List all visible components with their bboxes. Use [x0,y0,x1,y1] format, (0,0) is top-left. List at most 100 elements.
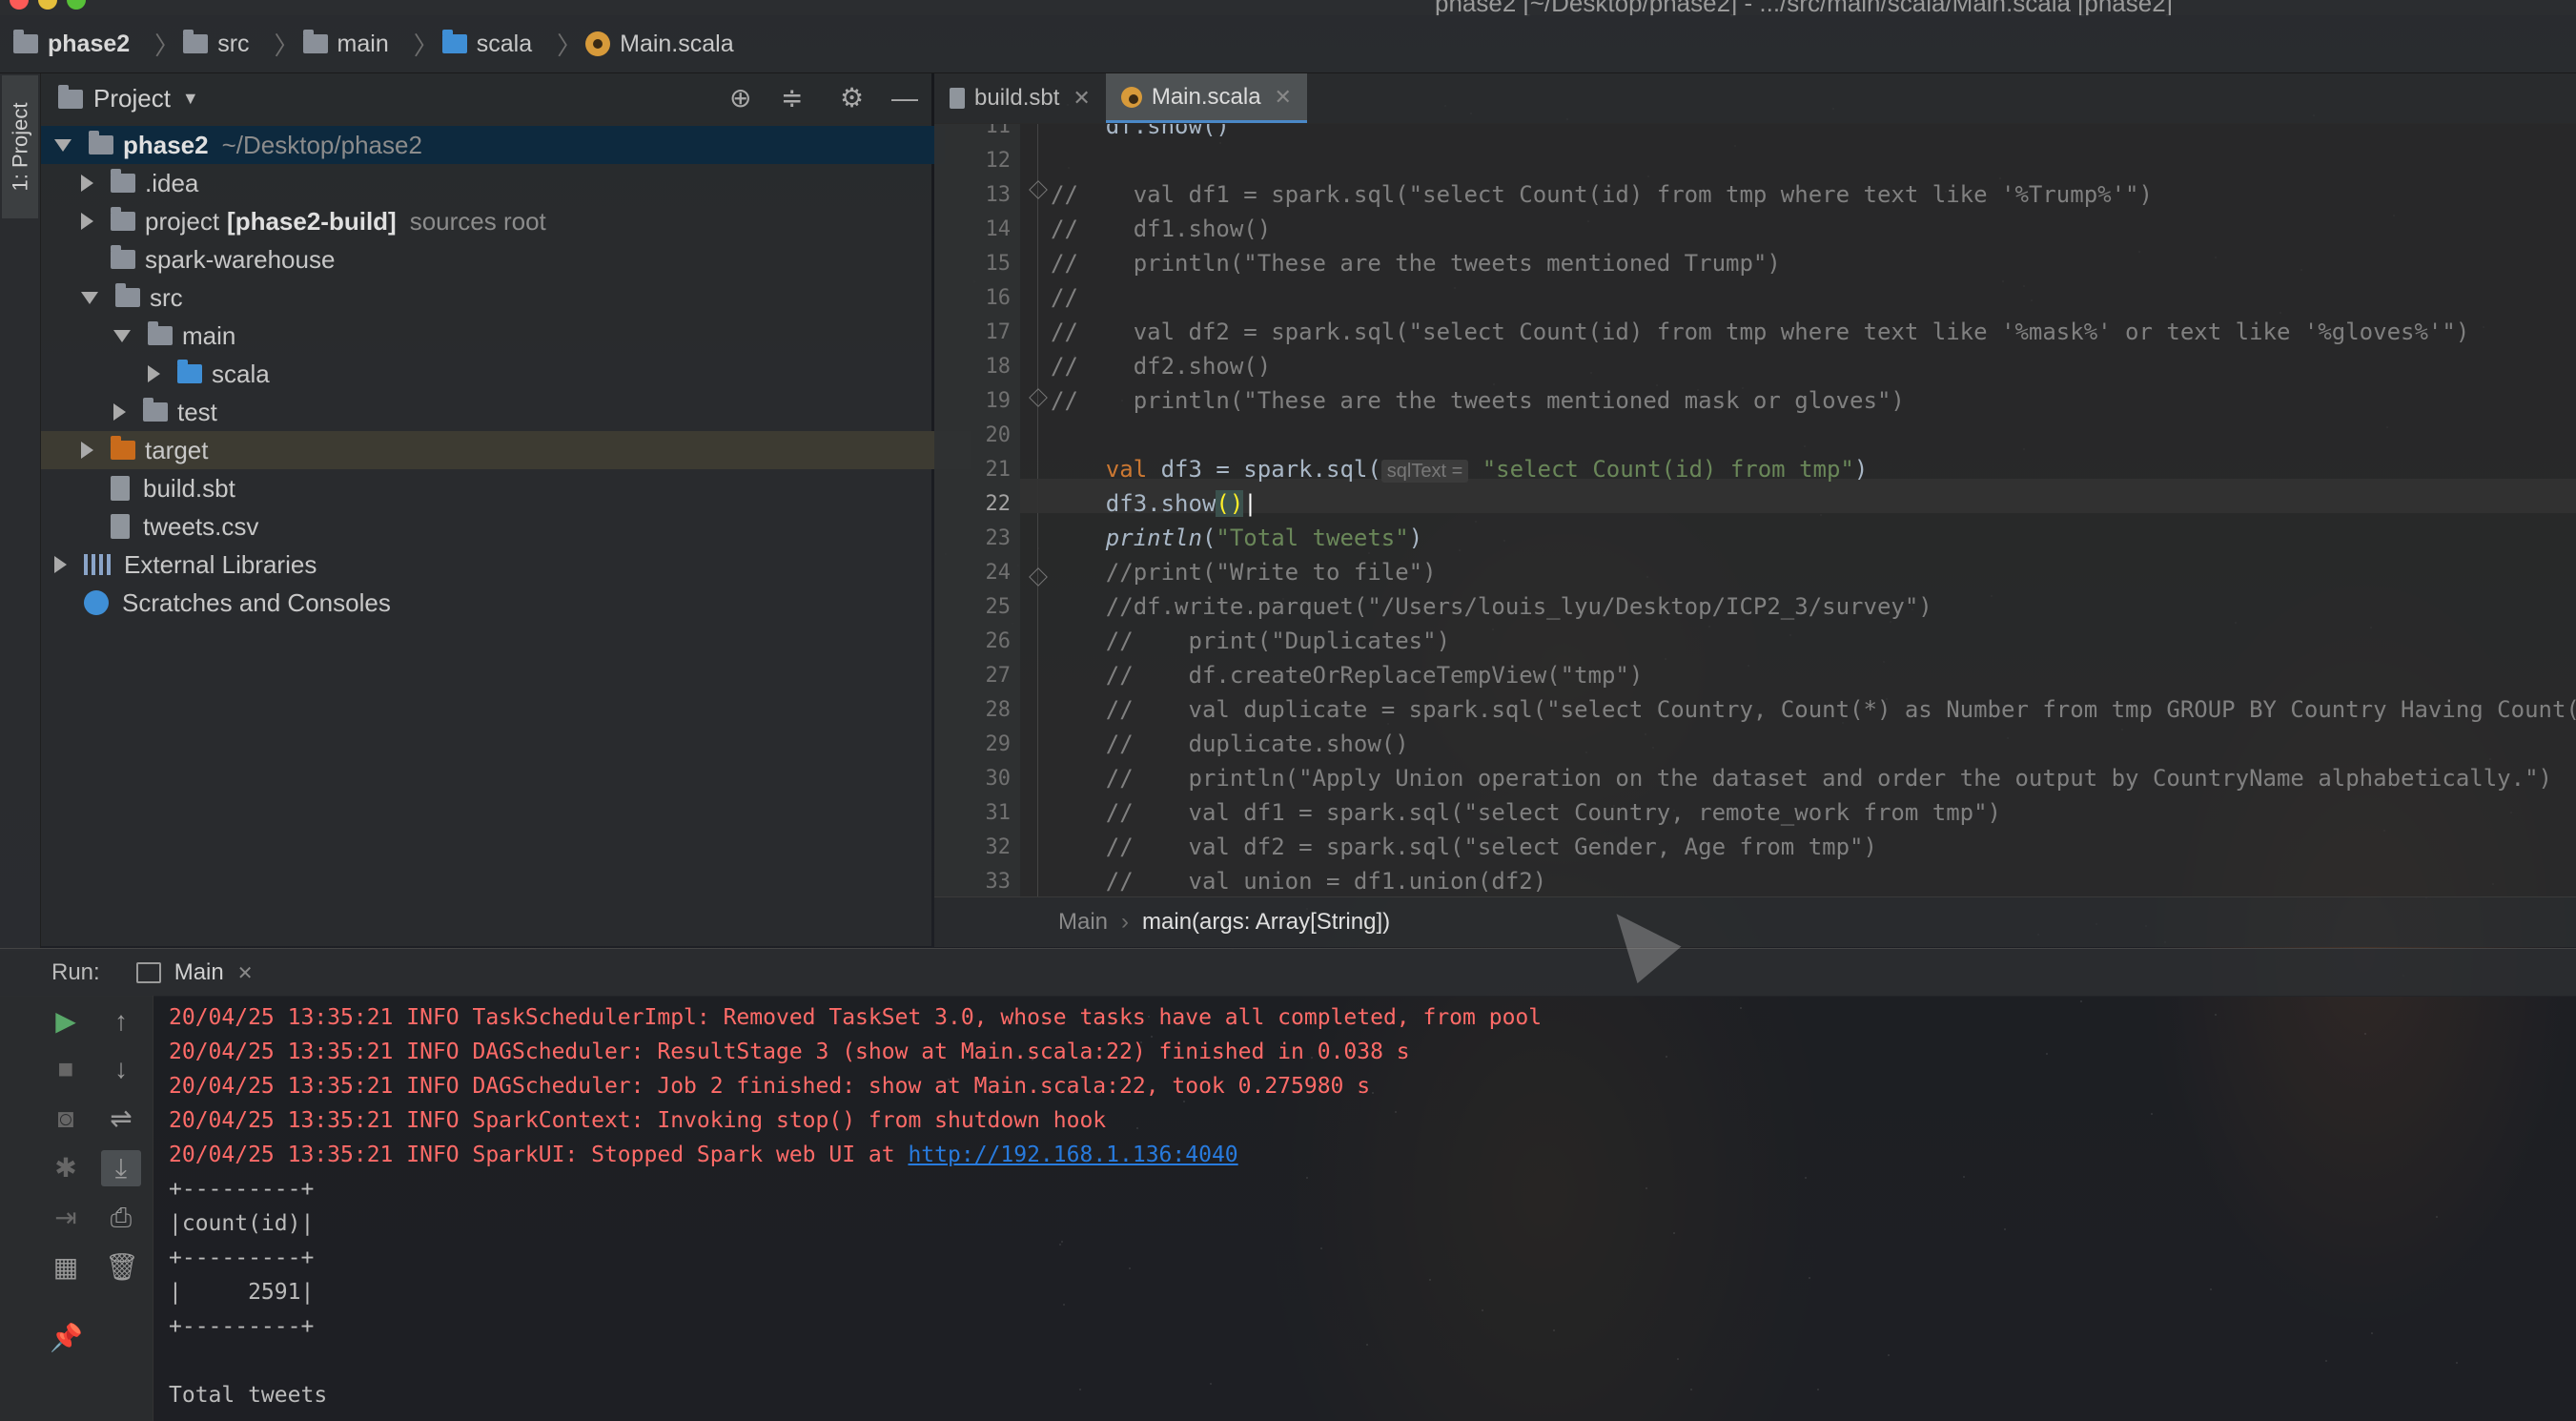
trash-icon[interactable]: 🗑 [105,1253,139,1282]
line-number: 30 [985,767,1012,791]
editor-tabs: build.sbt ✕ Main.scala ✕ [934,73,2576,124]
line-number: 22 [985,492,1012,516]
minimize-window-button[interactable] [38,0,57,10]
project-view-icon [58,85,83,109]
breadcrumb-project[interactable]: phase2 [13,30,130,58]
breadcrumb: phase2 〉 src 〉 main 〉 scala 〉 Main.scala [0,15,2576,73]
chevron-right-icon: 〉 [557,31,583,60]
run-tab-main[interactable]: Main [174,959,224,986]
scroll-down-icon[interactable]: ↓ [105,1055,137,1083]
tree-item-test[interactable]: test [41,393,1004,431]
tree-item-scratches[interactable]: Scratches and Consoles [41,584,945,622]
folder-icon [115,283,140,307]
code-line-23: println("Total tweets") [1105,525,1423,551]
console-line: 20/04/25 13:35:21 INFO SparkUI: Stopped … [169,1143,1238,1167]
folder-icon [302,30,328,53]
close-tab-icon[interactable]: ✕ [237,961,254,985]
dropdown-arrow-icon[interactable]: ▼ [182,89,199,109]
fold-marker-icon[interactable] [1029,388,1048,407]
chevron-right-icon: 〉 [274,31,299,60]
tree-item-target[interactable]: target [41,431,971,469]
code-line-26: // print("Duplicates") [1051,628,1451,654]
chevron-right-icon: 〉 [154,31,180,60]
locate-file-icon[interactable]: ⊕ [729,85,751,112]
collapse-arrow-icon [81,175,93,192]
zoom-window-button[interactable] [67,0,86,10]
run-toolwindow-header: Run: Main ✕ [0,948,2576,997]
close-tab-icon[interactable]: ✕ [1275,85,1292,110]
chevron-right-icon: 〉 [413,31,439,60]
tab-build-sbt[interactable]: build.sbt ✕ [934,73,1106,123]
console-line: +---------+ [169,1177,315,1202]
nav-object[interactable]: Main [1058,909,1108,936]
console-line: |count(id)| [169,1211,315,1236]
line-number: 16 [985,286,1012,310]
tree-item-project[interactable]: project [phase2-build] sources root [41,202,971,240]
tree-item-main[interactable]: main [41,317,1004,355]
line-number: 15 [985,252,1012,276]
folder-icon [111,169,135,193]
code-editor[interactable]: 11 12 13 14 15 16 17 18 19 20 21 22 23 24 25 26 27 28 29 30… [934,124,2576,896]
code-line-18: // df2.show() [1051,353,1272,380]
line-number: 13 [985,183,1012,207]
expand-arrow-icon [113,329,131,342]
tree-item-external-libraries[interactable]: External Libraries [41,546,945,584]
scroll-to-end-icon[interactable]: ⤓ [101,1150,141,1186]
code-line-17: // val df2 = spark.sql("select Count(id)… [1051,319,2470,345]
expand-arrow-icon [81,291,98,304]
code-line-21: val df3 = spark.sql(sqlText = "select Co… [1105,456,1869,483]
collapse-all-icon[interactable]: ≑ [781,85,803,112]
scroll-up-icon[interactable]: ↑ [105,1007,137,1036]
sbt-file-icon [950,88,965,109]
rerun-icon[interactable]: ▶ [50,1007,82,1036]
soft-wrap-icon[interactable]: ⇌ [105,1104,137,1133]
scala-object-icon [1120,86,1142,108]
project-tool-tab[interactable]: 1: Project [2,75,38,218]
close-tab-icon[interactable]: ✕ [1073,86,1090,111]
close-window-button[interactable] [10,0,29,10]
gear-icon[interactable]: ⚙ [840,85,864,112]
line-number: 19 [985,389,1012,413]
breadcrumb-main[interactable]: 〉 main [263,27,389,62]
tree-item-idea[interactable]: .idea [41,164,971,202]
line-number: 23 [985,526,1012,550]
layout-icon[interactable]: ▦ [50,1253,82,1282]
fold-marker-icon[interactable] [1029,180,1048,199]
tree-item-src[interactable]: src [41,278,971,317]
tree-item-tweets-csv[interactable]: tweets.csv [41,507,971,546]
hide-panel-icon[interactable]: — [891,85,918,112]
breadcrumb-file[interactable]: 〉 Main.scala [545,27,734,62]
project-folder-icon [13,30,38,53]
code-line-15: // println("These are the tweets mention… [1051,250,1781,277]
code-line-14: // df1.show() [1051,216,1272,242]
debug-settings-icon[interactable]: ✱ [50,1154,82,1183]
stop-icon[interactable]: ■ [50,1055,82,1083]
exit-icon[interactable]: ⇥ [50,1204,82,1232]
tree-item-spark-warehouse[interactable]: spark-warehouse [41,240,971,278]
sbt-file-icon [111,476,130,501]
project-view-selector[interactable]: Project [93,84,171,113]
library-icon [84,554,111,575]
print-icon[interactable]: ⎙ [105,1204,137,1232]
console-output[interactable]: 20/04/25 13:35:21 INFO TaskSchedulerImpl… [153,996,2576,1421]
camera-icon[interactable]: ◙ [50,1104,82,1133]
line-number: 33 [985,870,1012,894]
breadcrumb-scala[interactable]: 〉 scala [402,27,532,62]
fold-marker-icon[interactable] [1029,567,1048,587]
tree-item-build-sbt[interactable]: build.sbt [41,469,971,507]
code-line-31: // val df1 = spark.sql("select Country, … [1051,799,2001,826]
nav-method[interactable]: main(args: Array[String]) [1142,909,1390,936]
tab-main-scala[interactable]: Main.scala ✕ [1105,73,1307,123]
window-titlebar: phase2 [~/Desktop/phase2] - .../src/main… [0,0,2576,17]
console-line: | 2591| [169,1280,315,1305]
tree-item-phase2[interactable]: phase2 ~/Desktop/phase2 [41,126,945,164]
line-number: 21 [985,458,1012,482]
console-line: +---------+ [169,1314,315,1339]
pin-icon[interactable]: 📌 [50,1324,83,1352]
breadcrumb-src[interactable]: 〉 src [143,27,250,62]
code-line-33: // val union = df1.union(df2) [1051,868,1547,895]
source-folder-icon [177,360,202,383]
spark-ui-link[interactable]: http://192.168.1.136:4040 [908,1143,1237,1167]
tree-item-scala[interactable]: scala [41,355,1038,393]
code-line-22: df3.show()| [1105,490,1257,517]
